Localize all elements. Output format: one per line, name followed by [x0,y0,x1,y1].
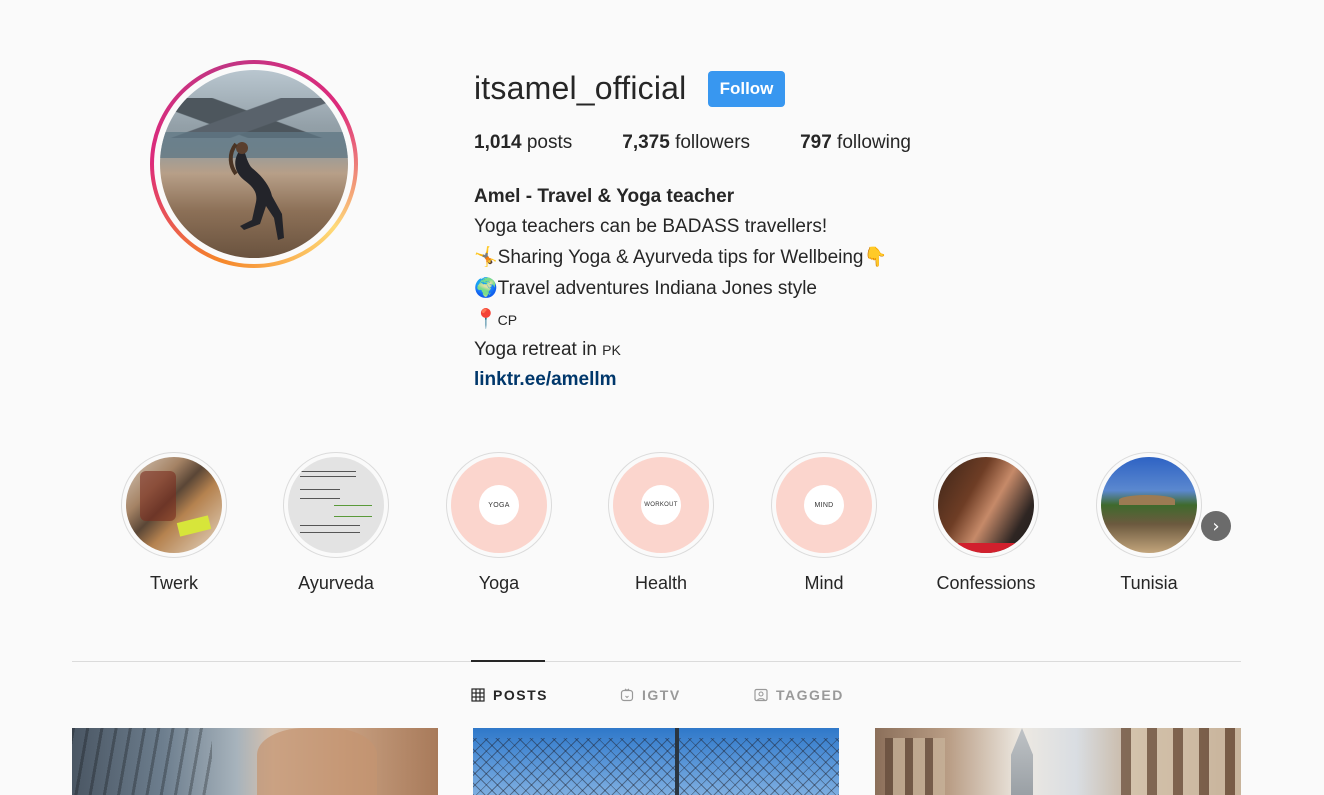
grid-icon [471,688,485,702]
highlight-text-lines [334,505,372,517]
active-tab-indicator [471,660,545,662]
highlight-mind[interactable]: MIND Mind [770,452,878,594]
highlight-photo-detail [958,543,1018,553]
tab-igtv-label: IGTV [642,687,681,703]
bio-link[interactable]: linktr.ee/amellm [474,369,617,390]
highlight-badge: MIND [804,485,844,525]
bio-line-5-suffix: PK [602,342,621,358]
highlight-ring: YOGA [446,452,552,558]
bio-line-2: 🤸Sharing Yoga & Ayurveda tips for Wellbe… [474,242,887,273]
highlight-yoga[interactable]: YOGA Yoga [445,452,553,594]
post-photo-detail [1011,728,1033,795]
highlight-label: Yoga [478,573,520,593]
highlight-ring [933,452,1039,558]
post-thumbnail[interactable] [72,728,438,795]
highlight-badge: YOGA [479,485,519,525]
profile-avatar[interactable] [150,60,358,268]
highlight-image: MIND [776,457,872,553]
highlight-photo-detail [1119,495,1175,505]
highlight-label: Ayurveda [298,573,374,593]
highlight-image [126,457,222,553]
highlight-ring: WORKOUT [608,452,714,558]
profile-stats: 1,014 posts 7,375 followers 797 followin… [474,132,961,154]
post-thumbnail[interactable] [473,728,839,795]
highlight-label: Confessions [936,573,1036,593]
highlight-image [288,457,384,553]
highlight-text-lines [300,471,356,477]
bio-line-5: Yoga retreat in PK [474,335,887,365]
post-photo-detail [1121,728,1241,795]
globe-icon: 🌍 [474,277,498,299]
tabs-divider [72,661,1241,662]
highlight-health[interactable]: WORKOUT Health [607,452,715,594]
highlights-next-button[interactable]: › [1201,511,1231,541]
profile-username: itsamel_official [474,70,687,106]
highlight-photo-detail [140,471,176,521]
pointing-down-icon: 👇 [863,246,888,268]
highlight-image [1101,457,1197,553]
avatar-yoga-figure [228,142,284,240]
bio-line-4-text: CP [497,312,518,328]
post-photo-detail [257,728,377,795]
highlight-badge: WORKOUT [641,485,681,525]
tab-posts[interactable]: POSTS [471,687,548,703]
bio-line-3-text: Travel adventures Indiana Jones style [497,278,817,299]
highlight-text-lines [300,525,360,533]
post-photo-detail [72,728,212,795]
tab-tagged-label: TAGGED [776,687,844,703]
posts-count: 1,014 [474,132,522,153]
follow-button[interactable]: Follow [708,71,785,107]
posts-stat: 1,014 posts [474,132,572,154]
igtv-icon [620,688,634,702]
highlight-ayurveda[interactable]: Ayurveda [282,452,390,594]
bio-line-5-text: Yoga retreat in [474,339,597,360]
followers-label: followers [675,132,751,153]
tab-posts-label: POSTS [493,687,548,703]
post-photo-detail [675,728,679,795]
highlight-label: Mind [804,573,844,593]
tab-igtv[interactable]: IGTV [620,687,681,703]
highlight-text-lines [300,489,340,499]
pin-icon: 📍 [474,308,498,330]
tab-tagged[interactable]: TAGGED [754,687,844,703]
bio-line-2-text: Sharing Yoga & Ayurveda tips for Wellbei… [497,247,864,268]
highlight-ring [121,452,227,558]
highlight-ring [1096,452,1202,558]
profile-bio: Amel - Travel & Yoga teacher Yoga teache… [474,182,887,395]
posts-label: posts [526,132,573,153]
tagged-icon [754,688,768,702]
avatar-gap [154,64,354,264]
followers-stat[interactable]: 7,375 followers [622,132,750,154]
highlight-confessions[interactable]: Confessions [932,452,1040,594]
chevron-right-icon: › [1212,515,1220,537]
highlight-ring [283,452,389,558]
post-photo-detail [885,738,945,795]
post-photo-detail [473,738,839,795]
highlight-photo-detail [176,515,212,537]
bio-line-4: 📍CP [474,304,887,335]
bio-link-line: linktr.ee/amellm [474,365,887,395]
highlight-twerk[interactable]: Twerk [120,452,228,594]
avatar-photo [160,70,348,258]
bio-line-1: Yoga teachers can be BADASS travellers! [474,216,828,237]
following-label: following [837,132,911,153]
highlight-label: Twerk [149,573,198,593]
bio-line-3: 🌍Travel adventures Indiana Jones style [474,273,887,304]
following-count: 797 [800,132,832,153]
followers-count: 7,375 [622,132,670,153]
cartwheel-icon: 🤸 [474,246,498,268]
following-stat[interactable]: 797 following [800,132,911,154]
highlight-label: Tunisia [1120,573,1178,593]
highlight-image: WORKOUT [613,457,709,553]
highlight-image [938,457,1034,553]
highlight-ring: MIND [771,452,877,558]
highlight-tunisia[interactable]: Tunisia [1095,452,1203,594]
highlight-label: Health [634,573,688,593]
highlight-image: YOGA [451,457,547,553]
post-thumbnail[interactable] [875,728,1241,795]
bio-name: Amel - Travel & Yoga teacher [474,186,735,207]
